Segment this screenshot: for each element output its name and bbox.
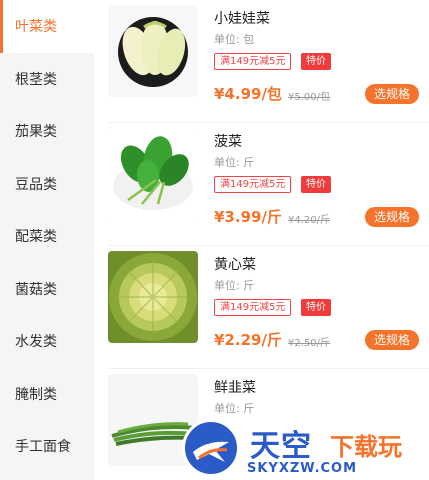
- category-label: 叶菜类: [15, 19, 57, 36]
- product-card[interactable]: 菠菜 单位: 斤 满149元减5元 特价 ¥3.99/斤 ¥4.20/斤 选规格: [94, 123, 429, 246]
- original-price: ¥4.20/斤: [288, 215, 330, 226]
- original-price: ¥2.50/斤: [288, 338, 330, 349]
- category-item-soaked[interactable]: 水发类: [0, 315, 94, 368]
- special-price-tag: 特价: [301, 176, 331, 193]
- product-price: ¥3.99/斤: [214, 208, 282, 226]
- category-item-leafy[interactable]: 叶菜类: [0, 0, 94, 53]
- watermark-logo: 天空 下载玩 SKYXZW.COM: [177, 417, 429, 480]
- product-name: 小娃娃菜: [214, 11, 270, 27]
- watermark-title: 天空: [250, 429, 312, 464]
- spinach-image[interactable]: [108, 128, 198, 220]
- product-card[interactable]: 小娃娃菜 单位: 包 满149元减5元 特价 ¥4.99/包 ¥5.00/包 选…: [94, 0, 429, 123]
- product-name: 黄心菜: [214, 257, 256, 273]
- original-price: ¥5.00/包: [288, 92, 330, 103]
- category-item-handmade-noodles[interactable]: 手工面食: [0, 420, 94, 473]
- special-price-tag: 特价: [301, 53, 331, 70]
- product-name: 鲜韭菜: [214, 380, 256, 396]
- category-label: 菌菇类: [15, 281, 57, 298]
- category-sidebar: 叶菜类 根茎类 茄果类 豆品类 配菜类 菌菇类 水发类 腌制类 手工面食: [0, 0, 94, 480]
- category-item-pickled[interactable]: 腌制类: [0, 368, 94, 421]
- category-label: 腌制类: [15, 386, 57, 403]
- product-price: ¥2.29/斤: [214, 331, 282, 349]
- product-list: 小娃娃菜 单位: 包 满149元减5元 特价 ¥4.99/包 ¥5.00/包 选…: [94, 0, 429, 480]
- special-price-tag: 特价: [301, 299, 331, 316]
- category-item-nightshade[interactable]: 茄果类: [0, 105, 94, 158]
- product-unit: 单位: 斤: [214, 402, 255, 415]
- product-name: 菠菜: [214, 134, 242, 150]
- category-item-bean[interactable]: 豆品类: [0, 158, 94, 211]
- select-spec-button[interactable]: 选规格: [365, 84, 419, 104]
- category-label: 手工面食: [15, 439, 71, 456]
- product-unit: 单位: 斤: [214, 279, 255, 292]
- category-label: 配菜类: [15, 229, 57, 246]
- promo-badge: 满149元减5元: [214, 53, 292, 70]
- watermark-subtitle: 下载玩: [330, 433, 402, 461]
- category-label: 水发类: [15, 334, 57, 351]
- category-item-root[interactable]: 根茎类: [0, 53, 94, 106]
- select-spec-button[interactable]: 选规格: [365, 330, 419, 350]
- select-spec-button[interactable]: 选规格: [365, 207, 419, 227]
- yellow-heart-cabbage-image[interactable]: [108, 251, 198, 343]
- promo-badge: 满149元减5元: [214, 176, 292, 193]
- category-label: 豆品类: [15, 176, 57, 193]
- category-label: 茄果类: [15, 124, 57, 141]
- product-unit: 单位: 包: [214, 33, 255, 46]
- product-price: ¥4.99/包: [214, 85, 282, 103]
- watermark-url: SKYXZW.COM: [247, 461, 358, 476]
- promo-badge: 满149元减5元: [214, 299, 292, 316]
- product-card[interactable]: 黄心菜 单位: 斤 满149元减5元 特价 ¥2.29/斤 ¥2.50/斤 选规…: [94, 246, 429, 369]
- category-item-side[interactable]: 配菜类: [0, 210, 94, 263]
- product-unit: 单位: 斤: [214, 156, 255, 169]
- baby-cabbage-image[interactable]: [108, 5, 198, 97]
- category-item-mushroom[interactable]: 菌菇类: [0, 263, 94, 316]
- watermark-emblem-icon: [182, 419, 240, 477]
- category-label: 根茎类: [15, 71, 57, 88]
